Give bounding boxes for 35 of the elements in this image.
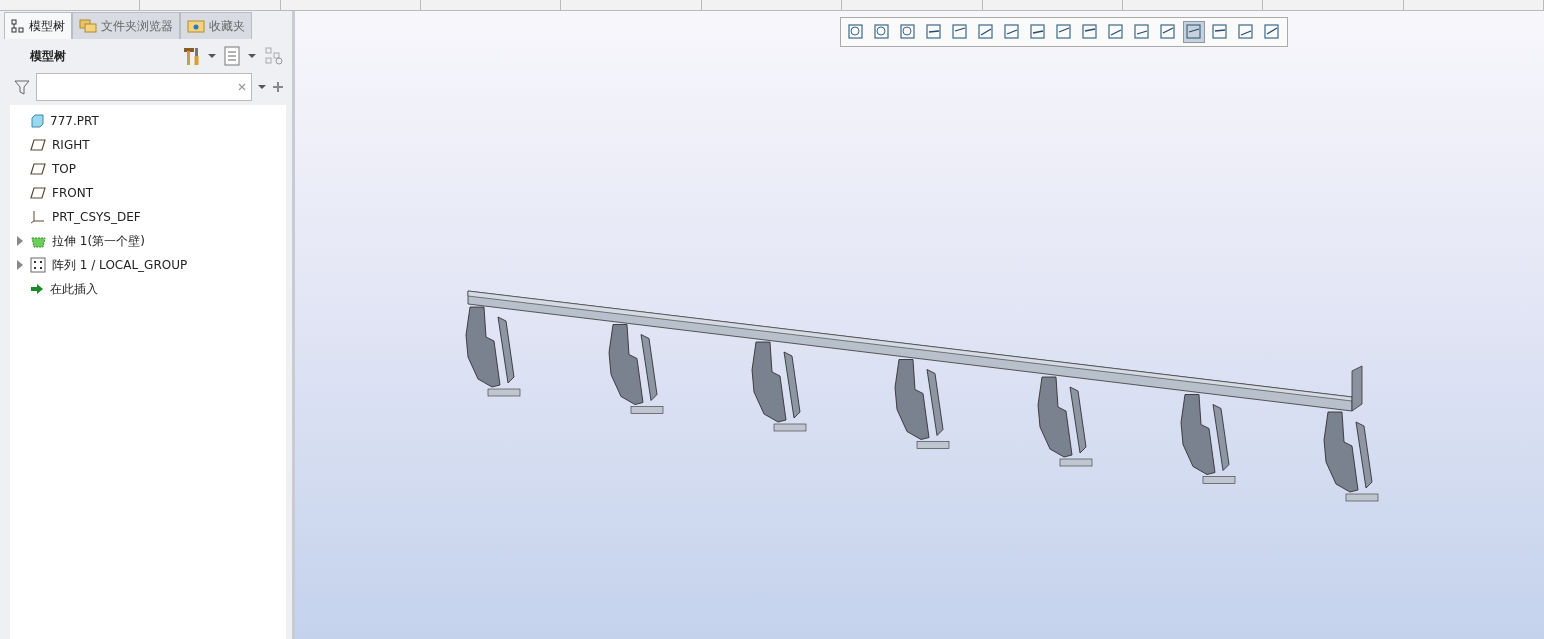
tree-item[interactable]: FRONT bbox=[52, 186, 93, 200]
plus-icon[interactable] bbox=[272, 81, 284, 93]
expand-arrow-icon[interactable] bbox=[16, 260, 24, 270]
tree-icon bbox=[11, 19, 25, 33]
tree-item[interactable]: 777.PRT bbox=[50, 114, 99, 128]
tools-icon[interactable] bbox=[182, 46, 200, 66]
insert-arrow-icon bbox=[30, 283, 44, 295]
tree-filter-icon[interactable] bbox=[264, 46, 284, 66]
navigator-tab[interactable]: 模型树 bbox=[4, 12, 72, 39]
search-field[interactable] bbox=[36, 73, 252, 101]
navigator-tab[interactable]: 文件夹浏览器 bbox=[72, 12, 180, 39]
part-cube-icon bbox=[30, 114, 44, 128]
folders-icon bbox=[79, 19, 97, 33]
datum-plane-icon bbox=[30, 187, 46, 199]
datum-plane-icon bbox=[30, 139, 46, 151]
caret-icon[interactable] bbox=[248, 53, 256, 59]
tree-item[interactable]: RIGHT bbox=[52, 138, 90, 152]
tree-item[interactable]: 阵列 1 / LOCAL_GROUP bbox=[52, 256, 188, 274]
caret-icon[interactable] bbox=[258, 84, 266, 90]
filter-icon[interactable] bbox=[14, 79, 30, 95]
star-folder-icon bbox=[187, 19, 205, 33]
expand-arrow-icon[interactable] bbox=[16, 236, 24, 246]
tree-item[interactable]: 在此插入 bbox=[50, 280, 98, 298]
navigator-tab[interactable]: 收藏夹 bbox=[180, 12, 252, 39]
caret-icon[interactable] bbox=[208, 53, 216, 59]
coordinate-system-icon bbox=[30, 210, 46, 224]
close-icon[interactable] bbox=[237, 82, 247, 92]
pattern-icon bbox=[30, 257, 46, 273]
tree-item[interactable]: 拉伸 1(第一个壁) bbox=[52, 232, 145, 250]
extrude-icon bbox=[30, 234, 46, 248]
datum-plane-icon bbox=[30, 163, 46, 175]
list-icon[interactable] bbox=[224, 46, 240, 66]
tree-item[interactable]: TOP bbox=[52, 162, 76, 176]
tree-item[interactable]: PRT_CSYS_DEF bbox=[52, 210, 141, 224]
panel-title: 模型树 bbox=[30, 47, 66, 65]
